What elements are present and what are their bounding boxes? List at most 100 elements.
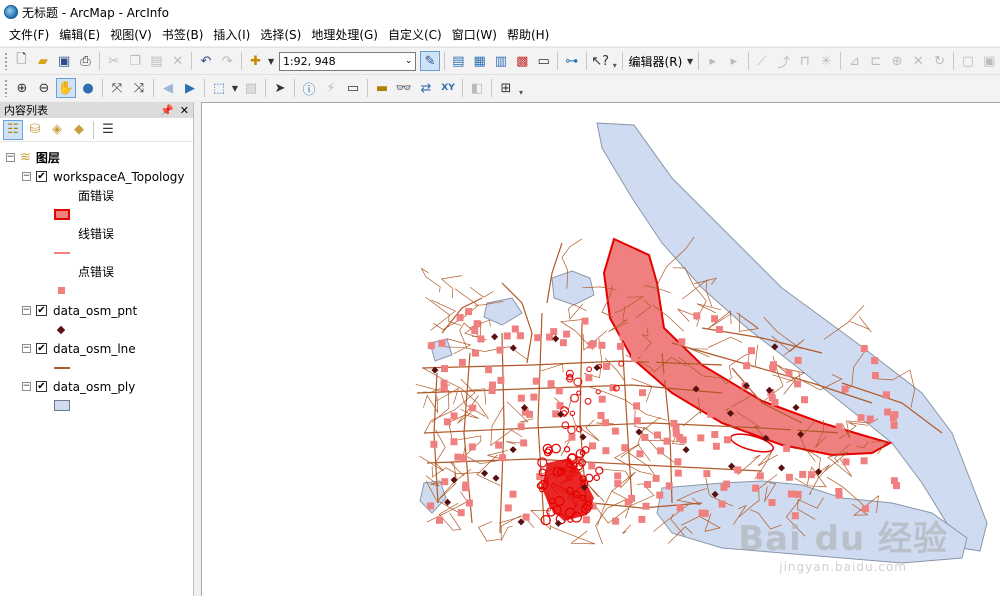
editor-toolbar-icon[interactable]: ✎ [420,51,440,71]
toc-options-icon[interactable]: ☰ [98,120,118,140]
point-error-marker[interactable] [841,385,849,393]
point-error-marker[interactable] [603,363,610,370]
editor-menu-button[interactable]: 编辑器(R) [626,53,686,70]
point-error-marker[interactable] [633,417,641,425]
point-error-marker[interactable] [477,335,485,343]
map-display[interactable]: Bai du 经验 jingyan.baidu.com [201,102,1000,596]
menu-file[interactable]: 文件(F) [4,24,54,46]
polygon-symbol-icon[interactable] [54,400,70,411]
point-error-marker[interactable] [837,428,845,436]
hyperlink-icon[interactable]: ⚡ [321,78,341,98]
osm-point-marker[interactable] [492,474,500,482]
road-line[interactable] [754,344,759,367]
legend-symbol-row[interactable] [0,396,193,415]
point-error-marker[interactable] [882,391,890,399]
open-folder-icon[interactable]: ▰ [33,51,52,71]
menu-bookmarks[interactable]: 书签(B) [157,24,209,46]
point-error-marker[interactable] [588,462,596,470]
road-line[interactable] [501,282,533,364]
data-frame-row[interactable]: − ≋ 图层 [0,148,193,167]
legend-symbol-row[interactable] [0,320,193,339]
point-error-marker[interactable] [499,454,507,462]
osm-point-marker[interactable] [491,333,499,341]
point-error-marker[interactable] [619,333,627,341]
point-error-marker[interactable] [648,356,656,364]
point-error-marker[interactable] [711,431,719,438]
modelbuilder-icon[interactable]: ⊶ [562,51,581,71]
edit-tool-icon[interactable]: ▸ [703,51,722,71]
full-extent-icon[interactable]: ● [78,78,98,98]
point-error-marker[interactable] [454,453,462,461]
point-error-marker[interactable] [657,447,665,455]
print-icon[interactable]: ⎙ [76,51,95,71]
point-error-marker[interactable] [860,345,868,352]
point-error-marker[interactable] [612,517,620,525]
point-error-marker[interactable] [517,394,525,402]
point-error-marker[interactable] [693,312,701,320]
point-error-marker[interactable] [450,412,458,420]
point-error-marker[interactable] [674,469,682,477]
line-error-ring[interactable] [567,425,576,435]
point-error-marker[interactable] [611,427,619,435]
point-error-marker[interactable] [639,389,646,397]
point-error-marker[interactable] [698,509,706,517]
point-error-marker[interactable] [871,372,879,379]
point-error-marker[interactable] [469,404,477,412]
zoom-out-icon[interactable]: ⊖ [34,78,54,98]
point-error-marker[interactable] [656,491,664,499]
toolbar-options-icon[interactable]: ▾ [517,79,525,97]
line-error-ring[interactable] [563,446,571,453]
add-data-icon[interactable]: ✚ [246,51,265,71]
point-error-marker[interactable] [642,502,650,510]
road-line[interactable] [549,525,596,545]
point-error-marker[interactable] [509,490,517,498]
legend-symbol-row[interactable] [0,358,193,377]
point-error-marker[interactable] [849,444,857,452]
python-window-icon[interactable]: ▭ [534,51,553,71]
save-icon[interactable]: ▣ [54,51,73,71]
point-error-marker[interactable] [801,396,808,404]
point-error-marker[interactable] [835,488,843,495]
toolbar-grip[interactable] [4,79,8,97]
point-error-marker[interactable] [663,372,671,380]
point-error-marker[interactable] [547,380,555,388]
attributes-icon[interactable]: ▢ [958,51,977,71]
point-error-marker[interactable] [654,431,661,439]
road-line[interactable] [419,429,446,472]
point-error-marker[interactable] [443,418,451,426]
point-error-marker[interactable] [715,326,723,333]
road-line[interactable] [431,466,481,478]
line-error-ring[interactable] [595,389,601,395]
toc-window-icon[interactable]: ▤ [449,51,468,71]
osm-point-marker[interactable] [777,464,786,472]
point-error-marker[interactable] [468,443,476,451]
point-error-marker[interactable] [697,434,705,442]
road-line[interactable] [477,521,501,542]
menu-edit[interactable]: 编辑(E) [54,24,105,46]
toolbar-options-icon[interactable]: ▾ [611,52,619,70]
create-viewer-icon[interactable]: ⊞ [496,78,516,98]
point-error-marker[interactable] [799,470,807,478]
line-error-ring[interactable] [540,514,551,526]
point-error-marker[interactable] [678,338,686,346]
point-error-marker[interactable] [674,458,682,466]
clear-selection-icon[interactable]: ▧ [241,78,261,98]
point-error-marker[interactable] [644,481,652,488]
line-error-symbol-icon[interactable] [54,251,70,254]
cut-icon[interactable]: ✂ [104,51,123,71]
menu-customize[interactable]: 自定义(C) [383,24,447,46]
point-error-marker[interactable] [884,408,892,416]
point-error-marker[interactable] [532,377,540,385]
menu-geoprocessing[interactable]: 地理处理(G) [306,24,383,46]
point-error-marker[interactable] [636,450,644,458]
chevron-down-icon[interactable]: ⌄ [405,56,413,66]
point-error-marker[interactable] [585,374,593,382]
line-error-ring[interactable] [551,443,561,454]
point-error-marker[interactable] [890,421,898,429]
layer-row-ply[interactable]: − ✔ data_osm_ply [0,377,193,396]
pin-icon[interactable]: 📌 [160,104,174,117]
copy-icon[interactable]: ❐ [125,51,144,71]
osm-point-marker[interactable] [552,335,560,343]
sketch-properties-icon[interactable]: ▣ [980,51,999,71]
point-error-marker[interactable] [889,414,897,422]
